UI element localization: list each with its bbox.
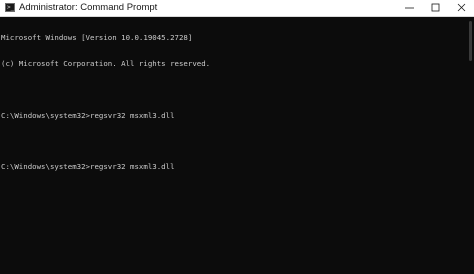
minimize-button[interactable] <box>396 0 424 16</box>
title-bar[interactable]: >_ Administrator: Command Prompt <box>0 0 474 17</box>
command-prompt-window: >_ Administrator: Command Prompt Microso… <box>0 0 474 274</box>
window-title: Administrator: Command Prompt <box>19 2 158 13</box>
scrollbar-thumb[interactable] <box>469 21 472 61</box>
cmd-icon: >_ <box>5 3 15 12</box>
maximize-button[interactable] <box>422 0 450 16</box>
close-button[interactable] <box>448 0 474 16</box>
minimize-icon <box>405 7 414 9</box>
console-line: C:\Windows\system32>regsvr32 msxml3.dll <box>1 110 175 120</box>
console-line: Microsoft Windows [Version 10.0.19045.27… <box>1 33 193 43</box>
console-line: (c) Microsoft Corporation. All rights re… <box>1 58 211 68</box>
maximize-icon <box>431 3 440 12</box>
console-line: C:\Windows\system32>regsvr32 msxml3.dll <box>1 162 175 172</box>
vertical-scrollbar[interactable] <box>466 17 474 274</box>
close-icon <box>457 3 466 12</box>
console-output[interactable]: Microsoft Windows [Version 10.0.19045.27… <box>0 17 466 274</box>
